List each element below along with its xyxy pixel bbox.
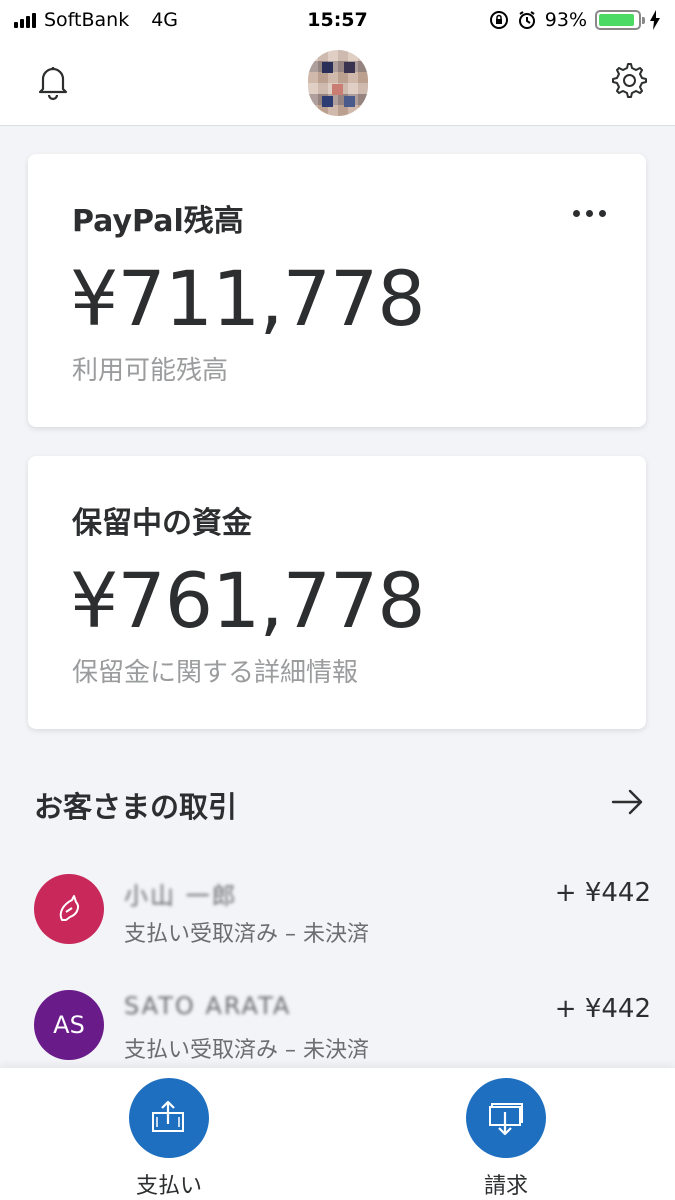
arrow-right-icon[interactable]: [609, 784, 645, 820]
send-money-icon: [152, 1100, 184, 1132]
battery-icon: [595, 10, 645, 30]
available-balance-label: 利用可能残高: [72, 356, 229, 386]
card-title: PayPal残高: [72, 204, 244, 239]
status-right: 93%: [489, 9, 661, 31]
rotation-lock-icon: [489, 11, 508, 29]
paypal-balance-card[interactable]: PayPal残高 ¥711,778 利用可能残高: [28, 154, 646, 427]
pay-button[interactable]: 支払い: [109, 1078, 229, 1200]
signal-icon: [14, 12, 36, 28]
request-label: 請求: [483, 1174, 528, 1199]
battery-percent: 93%: [544, 9, 587, 31]
card-title: 保留中の資金: [72, 506, 252, 541]
bird-icon: [59, 895, 79, 921]
hold-details-link[interactable]: 保留金に関する詳細情報: [72, 652, 358, 689]
charging-icon: [650, 10, 660, 30]
avatar-initials: AS: [53, 1011, 85, 1039]
app-header: [0, 40, 675, 126]
transaction-amount: + ¥442: [554, 878, 651, 908]
status-bar: SoftBank 4G 15:57 93%: [0, 0, 675, 40]
funds-on-hold-card[interactable]: 保留中の資金 ¥761,778 保留金に関する詳細情報: [28, 456, 646, 729]
transaction-name: SATO ARATA: [124, 992, 292, 1020]
balance-amount: ¥711,778: [70, 254, 426, 343]
transaction-name: 小山 一郎: [124, 882, 238, 910]
transactions-title: お客さまの取引: [34, 790, 238, 824]
carrier-name: SoftBank: [44, 9, 130, 31]
pay-circle[interactable]: [129, 1078, 209, 1158]
transaction-avatar: AS: [34, 990, 104, 1060]
alarm-icon: [518, 11, 535, 29]
bottom-action-bar: 支払い 請求: [0, 1068, 675, 1200]
request-circle[interactable]: [466, 1078, 546, 1158]
more-dots-icon[interactable]: [573, 210, 606, 217]
pay-label: 支払い: [135, 1174, 202, 1199]
hold-amount: ¥761,778: [70, 556, 426, 645]
transaction-row[interactable]: 小山 一郎 支払い受取済み – 未決済 + ¥442: [0, 874, 675, 984]
profile-avatar[interactable]: [308, 50, 368, 116]
network-type: 4G: [151, 9, 179, 31]
transaction-status: 支払い受取済み – 未決済: [124, 1038, 369, 1063]
request-button[interactable]: 請求: [446, 1078, 566, 1200]
transaction-status: 支払い受取済み – 未決済: [124, 922, 369, 947]
bell-icon[interactable]: [30, 58, 76, 104]
transaction-avatar: [34, 874, 104, 944]
request-money-icon: [489, 1103, 523, 1136]
status-left: SoftBank 4G: [14, 9, 178, 31]
transaction-amount: + ¥442: [554, 994, 651, 1024]
gear-icon[interactable]: [605, 58, 651, 104]
